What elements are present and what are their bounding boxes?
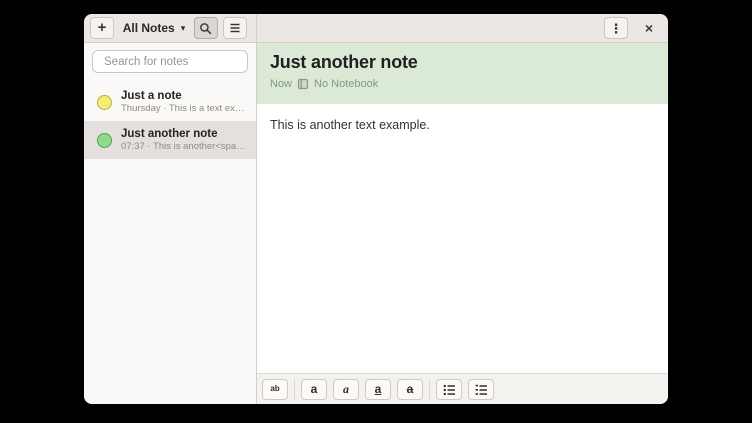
note-body-editor[interactable]: This is another text example. — [257, 104, 668, 373]
notebook-icon — [297, 78, 309, 90]
hamburger-menu-icon — [229, 23, 241, 33]
plus-icon: + — [98, 20, 107, 35]
ordered-list-icon — [475, 384, 488, 395]
strikethrough-button[interactable]: a — [397, 379, 423, 400]
italic-icon: a — [343, 383, 349, 395]
note-color-dot — [97, 133, 112, 148]
ordered-list-button[interactable] — [468, 379, 494, 400]
chevron-down-icon: ▾ — [181, 23, 186, 34]
kebab-menu-icon: ⋮ — [610, 22, 623, 35]
note-item-title: Just another note — [121, 128, 248, 140]
note-timestamp: Now — [270, 78, 292, 90]
toolbar-separator — [294, 379, 295, 400]
bullet-list-icon — [443, 384, 456, 395]
note-item-meta: 07:37 · This is another<span style… — [121, 141, 248, 152]
notes-app-window: + All Notes ▾ ⋮ — [84, 14, 668, 404]
close-icon: × — [645, 20, 653, 36]
text-size-button[interactable]: ab — [262, 379, 288, 400]
text-size-icon: ab — [270, 385, 279, 393]
titlebar-left-pane: + All Notes ▾ — [84, 14, 257, 42]
main-menu-button[interactable] — [223, 17, 247, 39]
notes-sidebar: Just a note Thursday · This is a text ex… — [84, 43, 257, 404]
note-title: Just another note — [270, 52, 654, 73]
notes-search-field[interactable] — [92, 50, 248, 73]
note-item-title: Just a note — [121, 90, 248, 102]
bold-button[interactable]: a — [301, 379, 327, 400]
titlebar: + All Notes ▾ ⋮ — [84, 14, 668, 43]
note-color-dot — [97, 95, 112, 110]
note-notebook-label[interactable]: No Notebook — [314, 78, 378, 90]
notes-filter-label: All Notes — [123, 21, 175, 35]
note-header: Just another note Now No Notebook — [257, 43, 668, 104]
search-toggle-button[interactable] — [194, 17, 218, 39]
toolbar-separator — [429, 379, 430, 400]
underline-button[interactable]: a — [365, 379, 391, 400]
note-list-item[interactable]: Just a note Thursday · This is a text ex… — [84, 83, 256, 121]
note-editor-pane: Just another note Now No Notebook This i… — [257, 43, 668, 404]
strikethrough-icon: a — [407, 383, 414, 395]
search-input[interactable] — [104, 56, 258, 68]
content-area: Just a note Thursday · This is a text ex… — [84, 43, 668, 404]
bullet-list-button[interactable] — [436, 379, 462, 400]
bold-icon: a — [311, 383, 318, 395]
note-item-meta: Thursday · This is a text example. — [121, 103, 248, 114]
new-note-button[interactable]: + — [90, 17, 114, 39]
search-icon — [199, 22, 212, 35]
note-list-item-selected[interactable]: Just another note 07:37 · This is anothe… — [84, 121, 256, 159]
note-menu-button[interactable]: ⋮ — [604, 17, 628, 39]
note-body-text: This is another text example. — [270, 118, 430, 132]
underline-icon: a — [375, 383, 382, 395]
format-toolbar: ab a a a a — [257, 373, 668, 404]
notes-filter-dropdown[interactable]: All Notes ▾ — [121, 21, 188, 35]
italic-button[interactable]: a — [333, 379, 359, 400]
titlebar-right-pane: ⋮ × — [257, 14, 668, 42]
close-window-button[interactable]: × — [640, 19, 658, 37]
